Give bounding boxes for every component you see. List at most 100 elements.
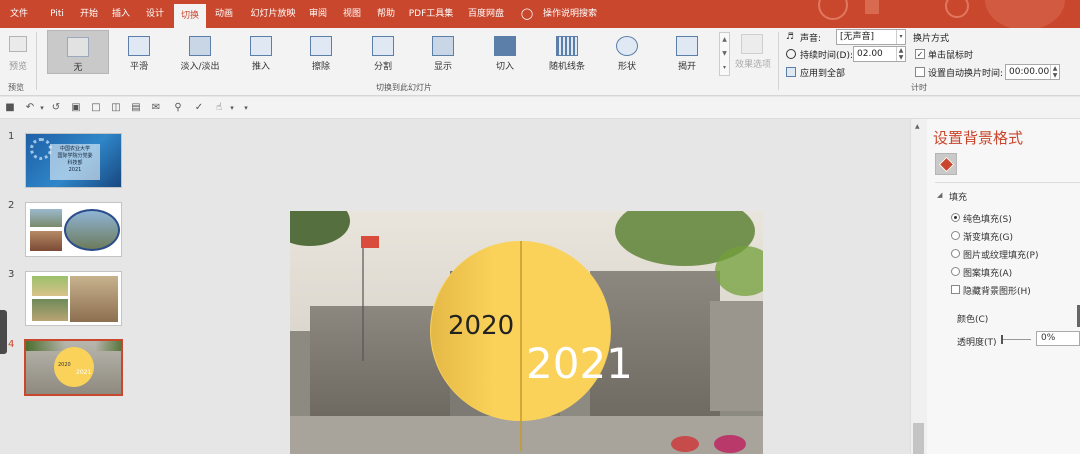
after-time-label: 设置自动换片时间: xyxy=(928,69,1004,79)
after-time-input[interactable]: 00:00.00 ▲ ▼ xyxy=(1005,64,1060,80)
chevron-down-icon[interactable]: ▾ xyxy=(36,102,48,114)
gradient-fill-radio[interactable] xyxy=(951,231,960,240)
spelling-icon[interactable]: ✓ xyxy=(193,102,205,114)
year-2020-text[interactable]: 2020 xyxy=(448,311,514,341)
tab-pdf-tools[interactable]: PDF工具集 xyxy=(405,0,457,28)
timing-group-label: 计时 xyxy=(911,83,927,92)
current-slide[interactable]: 2020 2021 xyxy=(290,211,763,454)
transition-morph[interactable]: 平滑 xyxy=(110,30,168,74)
transition-cut[interactable]: 切入 xyxy=(476,30,534,74)
color-label: 颜色(C) xyxy=(957,315,989,325)
fill-section-header[interactable]: 填充 xyxy=(949,190,967,203)
tab-home[interactable]: 开始 xyxy=(74,0,104,28)
fill-tab[interactable] xyxy=(935,153,957,175)
ribbon-tab-bar: 文件 Piti 开始 插入 设计 切换 动画 幻灯片放映 审阅 视图 帮助 PD… xyxy=(0,0,1080,28)
vertical-scrollbar[interactable]: ▲ xyxy=(910,119,927,454)
clock-icon xyxy=(786,49,796,59)
preview-group-label: 预览 xyxy=(8,83,24,92)
slide-title-line: 中国农业大学 xyxy=(59,146,90,152)
random-bars-icon xyxy=(556,36,578,56)
gallery-scroll[interactable]: ▲ ▼ ▾ xyxy=(719,32,730,76)
chevron-down-icon[interactable]: ▾ xyxy=(226,102,238,114)
redo-icon[interactable]: ↺ xyxy=(50,102,62,114)
transition-random-bars[interactable]: 随机线条 xyxy=(538,30,596,74)
year-label: 2021 xyxy=(76,369,92,376)
tab-review[interactable]: 审阅 xyxy=(303,0,333,28)
tab-animations[interactable]: 动画 xyxy=(209,0,239,28)
transition-uncover[interactable]: 揭开 xyxy=(658,30,716,74)
side-panel-handle[interactable] xyxy=(0,310,7,354)
hide-background-checkbox[interactable] xyxy=(951,285,960,294)
gear-icon xyxy=(30,138,52,160)
transition-cut-label: 切入 xyxy=(495,62,514,72)
scrollbar-thumb[interactable] xyxy=(913,423,924,454)
transition-split[interactable]: 分割 xyxy=(354,30,412,74)
slide-thumbnail-2[interactable] xyxy=(25,202,122,257)
effect-options-icon xyxy=(741,34,763,54)
slider-handle[interactable] xyxy=(1001,335,1003,344)
quick-access-toolbar: ■ ↶ ▾ ↺ ▣ □ ◫ ▤ ✉ ⚲ ✓ ☝ ▾ ▾ xyxy=(0,97,1080,119)
tab-view[interactable]: 视图 xyxy=(337,0,367,28)
save-icon[interactable]: ■ xyxy=(4,102,16,114)
email-icon[interactable]: ✉ xyxy=(150,102,162,114)
format-background-pane: 设置背景格式 ◢ 填充 纯色填充(S) 渐变填充(G) 图片或纹理填充(P) 图… xyxy=(927,119,1080,454)
solid-fill-radio[interactable] xyxy=(951,213,960,222)
sound-select[interactable]: [无声音] ▾ xyxy=(836,29,906,45)
duration-value: 02.00 xyxy=(857,49,883,59)
slideshow-icon[interactable]: ▣ xyxy=(70,102,82,114)
transition-push[interactable]: 推入 xyxy=(232,30,290,74)
chevron-up-icon[interactable]: ▲ xyxy=(915,123,920,130)
transition-wipe-label: 擦除 xyxy=(311,62,330,72)
pane-title: 设置背景格式 xyxy=(933,129,1024,147)
on-click-checkbox[interactable]: ✓ xyxy=(915,49,925,59)
apply-all-button[interactable]: 应用到全部 xyxy=(800,66,845,79)
open-folder-icon[interactable]: ◫ xyxy=(110,102,122,114)
preview-button[interactable]: 预览 xyxy=(4,30,32,74)
tab-baidu-netdisk[interactable]: 百度网盘 xyxy=(463,0,509,28)
effect-options-button[interactable]: 效果选项 xyxy=(733,30,773,76)
transition-morph-icon xyxy=(128,36,150,56)
year-2021-text[interactable]: 2021 xyxy=(526,339,633,388)
hide-background-label: 隐藏背景图形(H) xyxy=(963,287,1031,297)
collapse-triangle-icon[interactable]: ◢ xyxy=(937,191,942,199)
duration-input[interactable]: 02.00 ▲ ▼ xyxy=(853,46,906,62)
picture-fill-radio[interactable] xyxy=(951,249,960,258)
tab-slideshow[interactable]: 幻灯片放映 xyxy=(245,0,301,28)
transparency-input[interactable]: 0% xyxy=(1036,331,1080,346)
tell-me-search[interactable]: 操作说明搜索 xyxy=(540,0,600,28)
decorative-circle xyxy=(945,0,969,18)
transition-fade-icon xyxy=(189,36,211,56)
print-preview-icon[interactable]: ⚲ xyxy=(172,102,184,114)
spin-arrows-icon: ▲ ▼ xyxy=(896,47,905,61)
photo-image xyxy=(70,276,118,322)
transition-shape-label: 形状 xyxy=(617,62,636,72)
transition-random-bars-label: 随机线条 xyxy=(548,62,585,72)
divider xyxy=(36,32,37,90)
slide-thumbnail-3[interactable] xyxy=(25,271,122,326)
tab-insert[interactable]: 插入 xyxy=(106,0,136,28)
solid-fill-label: 纯色填充(S) xyxy=(963,215,1012,225)
transition-shape[interactable]: 形状 xyxy=(598,30,656,74)
tab-file[interactable]: 文件 xyxy=(4,0,34,28)
transition-push-label: 推入 xyxy=(251,62,270,72)
print-icon[interactable]: ▤ xyxy=(130,102,142,114)
slide-thumbnail-1[interactable]: 中国农业大学 国际学院分党委 科技部 2021 xyxy=(25,133,122,188)
transparency-slider[interactable] xyxy=(1001,339,1031,340)
tab-help[interactable]: 帮助 xyxy=(371,0,401,28)
tab-transitions[interactable]: 切换 xyxy=(174,4,206,28)
slide-thumbnail-4[interactable]: 2020 2021 xyxy=(24,339,123,396)
touch-mode-icon[interactable]: ☝ xyxy=(213,102,225,114)
tab-design[interactable]: 设计 xyxy=(140,0,170,28)
new-file-icon[interactable]: □ xyxy=(90,102,102,114)
transition-fade[interactable]: 淡入/淡出 xyxy=(170,30,230,74)
lightbulb-icon[interactable]: ◯ xyxy=(520,0,534,28)
customize-toolbar-icon[interactable]: ▾ xyxy=(240,102,252,114)
tab-piti[interactable]: Piti xyxy=(42,0,72,28)
undo-icon[interactable]: ↶ xyxy=(24,102,36,114)
after-time-checkbox[interactable] xyxy=(915,67,925,77)
transition-none[interactable]: 无 xyxy=(47,30,109,74)
transition-reveal[interactable]: 显示 xyxy=(414,30,472,74)
transition-wipe[interactable]: 擦除 xyxy=(292,30,350,74)
decorative-bar xyxy=(865,0,879,14)
pattern-fill-radio[interactable] xyxy=(951,267,960,276)
